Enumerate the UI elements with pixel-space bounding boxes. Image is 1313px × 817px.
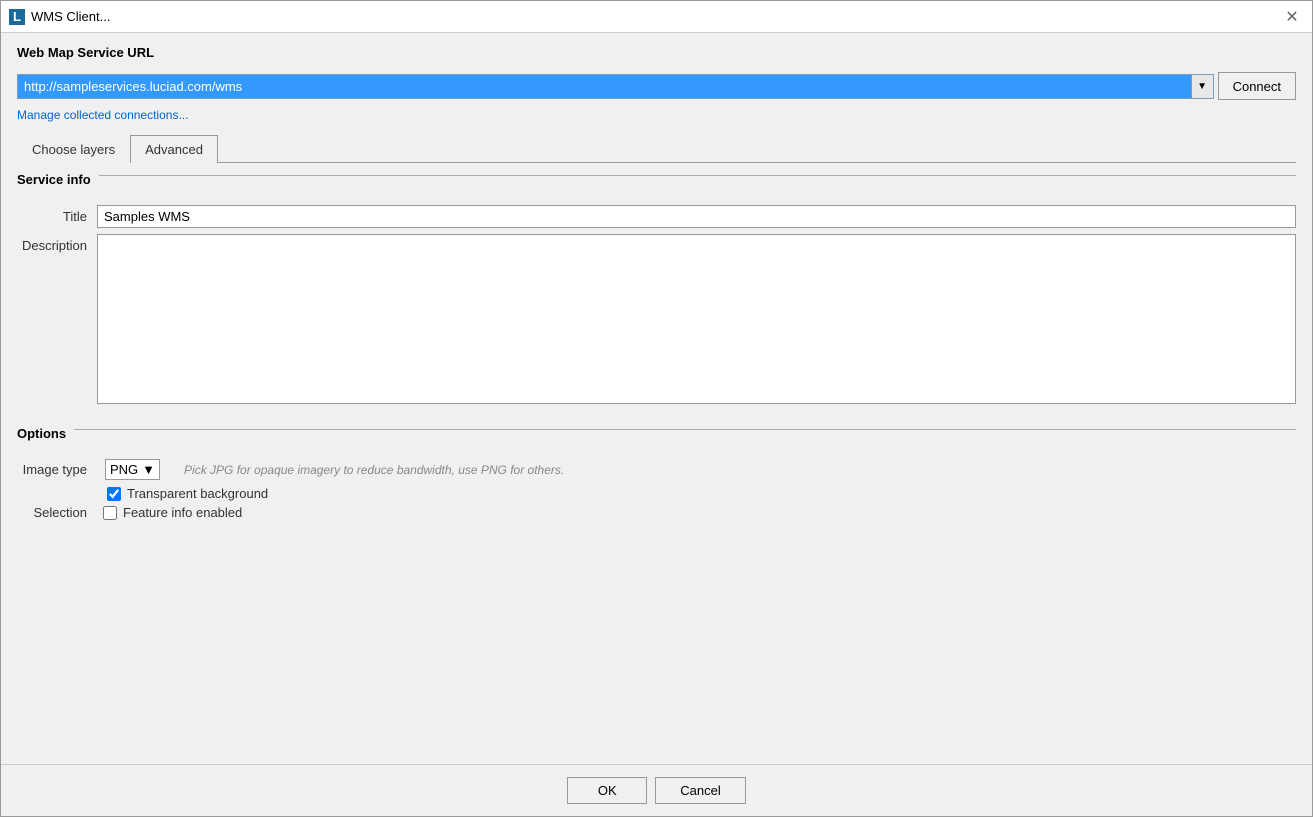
transparent-background-checkbox[interactable] — [107, 487, 121, 501]
transparent-background-label: Transparent background — [127, 486, 268, 501]
title-field-wrapper — [97, 205, 1296, 228]
image-type-hint: Pick JPG for opaque imagery to reduce ba… — [184, 463, 564, 477]
title-label: Title — [17, 205, 97, 224]
feature-info-checkbox[interactable] — [103, 506, 117, 520]
selection-label: Selection — [17, 505, 97, 520]
url-input-wrapper: ▼ — [17, 74, 1214, 99]
transparent-bg-row: Transparent background — [107, 486, 1296, 501]
window-title: WMS Client... — [31, 9, 110, 24]
image-type-label: Image type — [17, 462, 97, 477]
description-row: Description — [17, 234, 1296, 407]
options-section: Options Image type PNG ▼ Pick JPG for op… — [17, 429, 1296, 524]
selection-row: Selection Feature info enabled — [17, 505, 1296, 520]
url-input[interactable] — [18, 75, 1191, 98]
url-dropdown-button[interactable]: ▼ — [1191, 75, 1213, 98]
service-info-title: Service info — [17, 172, 99, 187]
image-type-chevron-icon: ▼ — [142, 462, 155, 477]
cancel-button[interactable]: Cancel — [655, 777, 745, 804]
wms-client-window: L WMS Client... ✕ Web Map Service URL ▼ … — [0, 0, 1313, 817]
url-section-label: Web Map Service URL — [17, 45, 1296, 60]
options-title: Options — [17, 426, 74, 441]
bottom-bar: OK Cancel — [1, 764, 1312, 816]
image-type-select[interactable]: PNG ▼ — [105, 459, 160, 480]
tab-choose-layers[interactable]: Choose layers — [17, 135, 130, 163]
title-row: Title — [17, 205, 1296, 228]
window-icon: L — [9, 9, 25, 25]
title-bar-left: L WMS Client... — [9, 9, 110, 25]
description-textarea[interactable] — [97, 234, 1296, 404]
image-type-row: Image type PNG ▼ Pick JPG for opaque ima… — [17, 459, 1296, 480]
tab-advanced[interactable]: Advanced — [130, 135, 218, 163]
ok-button[interactable]: OK — [567, 777, 647, 804]
manage-connections-link[interactable]: Manage collected connections... — [17, 108, 1296, 122]
main-content: Web Map Service URL ▼ Connect Manage col… — [1, 33, 1312, 764]
feature-info-label: Feature info enabled — [123, 505, 242, 520]
description-label: Description — [17, 234, 97, 253]
tabs-row: Choose layers Advanced — [17, 134, 1296, 163]
title-input[interactable] — [97, 205, 1296, 228]
url-row: ▼ Connect — [17, 72, 1296, 100]
description-field-wrapper — [97, 234, 1296, 407]
close-button[interactable]: ✕ — [1280, 5, 1304, 29]
service-info-section: Service info Title Description — [17, 175, 1296, 413]
image-type-value: PNG — [110, 462, 138, 477]
title-bar: L WMS Client... ✕ — [1, 1, 1312, 33]
connect-button[interactable]: Connect — [1218, 72, 1296, 100]
